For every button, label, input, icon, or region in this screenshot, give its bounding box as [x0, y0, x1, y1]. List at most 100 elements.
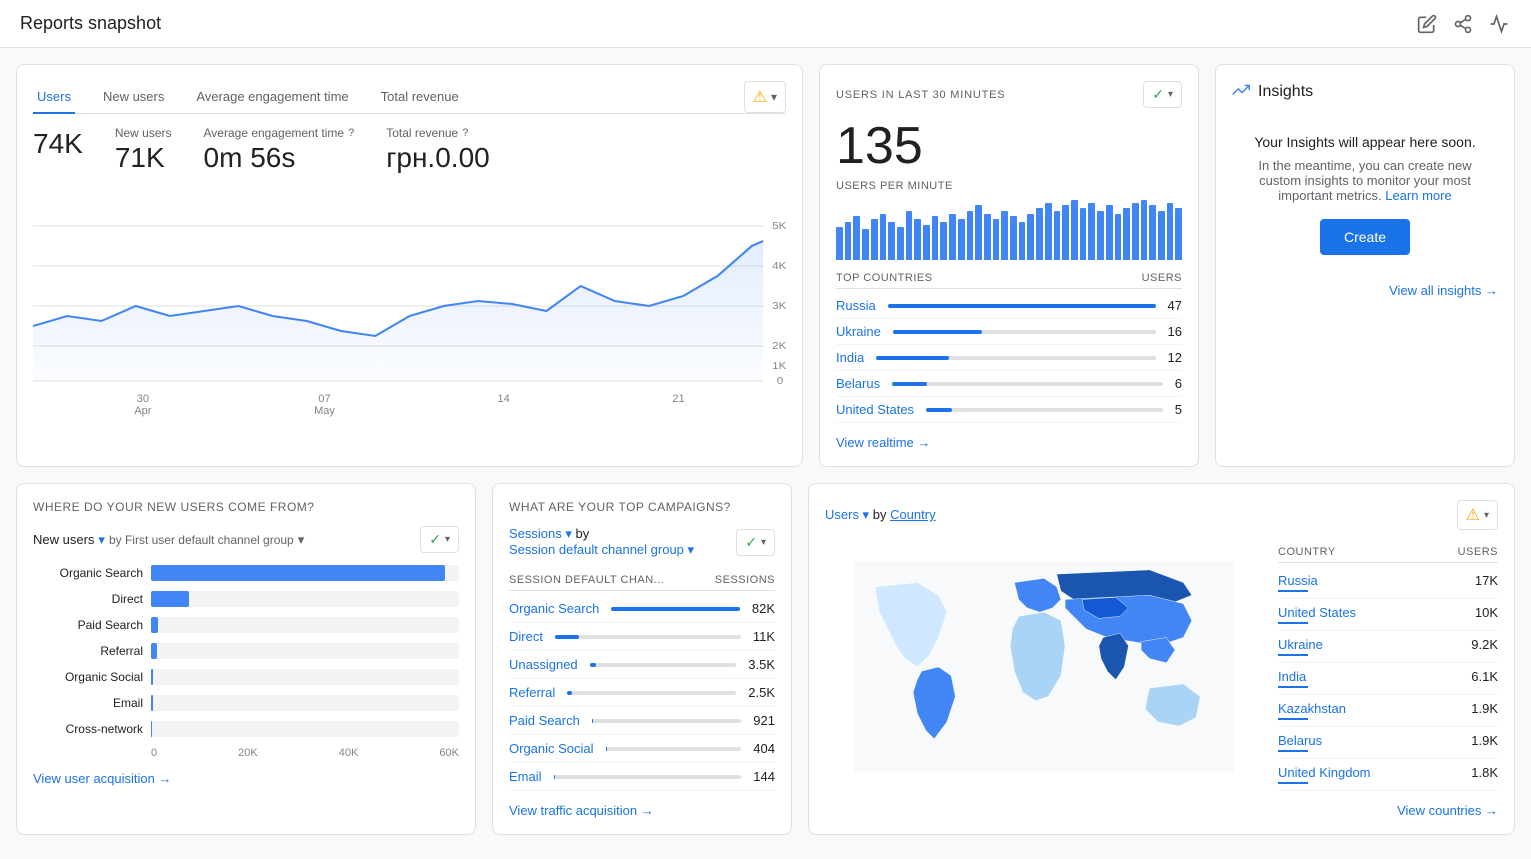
h-bar-label: Referral — [33, 644, 143, 658]
session-count: 404 — [753, 741, 775, 756]
mini-bar — [897, 227, 904, 260]
session-channel[interactable]: Paid Search — [509, 713, 580, 728]
chart-x-labels: 30Apr 07May 14 21 — [33, 393, 786, 417]
geo-divider-bar — [1278, 782, 1308, 784]
session-bar — [592, 719, 593, 723]
country-bar — [926, 408, 952, 412]
h-bar-fill — [151, 695, 153, 711]
country-name[interactable]: Ukraine — [836, 324, 881, 339]
session-channel[interactable]: Organic Search — [509, 601, 599, 616]
h-bar-fill — [151, 669, 153, 685]
help-icon[interactable]: ? — [348, 127, 354, 139]
h-bar-track — [151, 565, 459, 581]
campaigns-status-btn[interactable]: ✓ ▾ — [736, 529, 775, 556]
session-row: Email 144 — [509, 763, 775, 791]
h-bar-track — [151, 695, 459, 711]
dropdown-arrow-icon2: ▾ — [1168, 89, 1173, 100]
h-bar-track — [151, 617, 459, 633]
session-row: Organic Social 404 — [509, 735, 775, 763]
session-count: 144 — [753, 769, 775, 784]
mini-bar — [914, 219, 921, 260]
filter-arrow-icon: ▾ — [298, 532, 305, 548]
country-name[interactable]: Belarus — [836, 376, 880, 391]
edit-icon[interactable] — [1415, 12, 1439, 36]
geo-users: 9.2K — [1471, 637, 1498, 656]
country-users: 6 — [1175, 376, 1182, 391]
create-button[interactable]: Create — [1320, 219, 1410, 255]
acquisition-status-btn[interactable]: ✓ ▾ — [420, 526, 459, 553]
geo-country-wrap: Ukraine — [1278, 637, 1323, 656]
view-user-acquisition-link[interactable]: View user acquisition → — [33, 771, 459, 786]
mini-bar — [1158, 211, 1165, 260]
geo-country[interactable]: India — [1278, 669, 1306, 684]
country-rows: Russia 47 Ukraine 16 India 12 Belarus 6 … — [836, 293, 1182, 423]
sessions-table-header: SESSION DEFAULT CHAN... SESSIONS — [509, 570, 775, 591]
view-all-insights-link[interactable]: View all insights → — [1232, 283, 1498, 298]
acquisition-filter-label[interactable]: New users ▾ by First user default channe… — [33, 532, 304, 548]
mini-bar — [1123, 208, 1130, 260]
geo-divider-bar — [1278, 654, 1308, 656]
geo-country[interactable]: Ukraine — [1278, 637, 1323, 652]
session-channel[interactable]: Unassigned — [509, 657, 578, 672]
geo-row: Russia 17K — [1278, 567, 1498, 599]
country-bar-wrap — [876, 356, 1155, 360]
h-bar-row: Email — [33, 695, 459, 711]
mini-bar — [1062, 205, 1069, 260]
view-realtime-link[interactable]: View realtime → — [836, 435, 1182, 450]
geo-card: Users ▾ by Country ⚠ ▾ — [808, 483, 1515, 835]
geo-table-wrap: COUNTRY USERS Russia 17K United States 1… — [1278, 542, 1498, 791]
learn-more-link[interactable]: Learn more — [1385, 188, 1451, 203]
geo-row: United Kingdom 1.8K — [1278, 759, 1498, 791]
session-channel[interactable]: Direct — [509, 629, 543, 644]
geo-country[interactable]: United Kingdom — [1278, 765, 1371, 780]
check-icon: ✓ — [1152, 86, 1164, 103]
total-revenue-value: грн.0.00 — [386, 142, 490, 174]
h-bar-label: Direct — [33, 592, 143, 606]
h-bar-fill — [151, 617, 158, 633]
share-icon[interactable] — [1451, 12, 1475, 36]
session-count: 2.5K — [748, 685, 775, 700]
tab-total-revenue[interactable]: Total revenue — [377, 81, 463, 114]
mini-bar — [1054, 211, 1061, 260]
session-rows: Organic Search 82K Direct 11K Unassigned… — [509, 595, 775, 791]
h-bar-row: Direct — [33, 591, 459, 607]
tab-avg-engagement[interactable]: Average engagement time — [192, 81, 352, 114]
geo-users: 1.8K — [1471, 765, 1498, 784]
tab-new-users[interactable]: New users — [99, 81, 168, 114]
comparison-button[interactable]: ⚠ ▾ — [744, 81, 786, 113]
country-filter-label: Country — [890, 507, 936, 522]
dropdown-arrow-icon: ▾ — [771, 90, 777, 104]
session-count: 921 — [753, 713, 775, 728]
geo-users-col-label: USERS — [1458, 546, 1498, 558]
view-countries-link[interactable]: View countries → — [825, 803, 1498, 818]
realtime-status-btn[interactable]: ✓ ▾ — [1143, 81, 1182, 108]
session-bar — [606, 747, 607, 751]
insights-body-title: Your Insights will appear here soon. — [1240, 134, 1490, 150]
geo-comparison-btn[interactable]: ⚠ ▾ — [1457, 500, 1498, 530]
insights-body: Your Insights will appear here soon. In … — [1232, 118, 1498, 271]
check-icon3: ✓ — [745, 534, 757, 551]
country-row: Belarus 6 — [836, 371, 1182, 397]
country-name[interactable]: Russia — [836, 298, 876, 313]
geo-country[interactable]: Kazakhstan — [1278, 701, 1346, 716]
session-channel[interactable]: Referral — [509, 685, 555, 700]
geo-country[interactable]: Belarus — [1278, 733, 1322, 748]
session-channel[interactable]: Organic Social — [509, 741, 594, 756]
view-traffic-acquisition-link[interactable]: View traffic acquisition → — [509, 803, 775, 818]
h-bar-row: Referral — [33, 643, 459, 659]
tab-users[interactable]: Users — [33, 81, 75, 114]
mini-bar — [1106, 205, 1113, 260]
mini-bar — [1115, 214, 1122, 260]
help-icon2[interactable]: ? — [462, 127, 468, 139]
h-bar-track — [151, 643, 459, 659]
more-icon[interactable] — [1487, 12, 1511, 36]
country-name[interactable]: India — [836, 350, 864, 365]
geo-country[interactable]: Russia — [1278, 573, 1318, 588]
by-label2: by — [873, 507, 890, 522]
country-name[interactable]: United States — [836, 402, 914, 417]
country-row: Russia 47 — [836, 293, 1182, 319]
insights-body-sub: In the meantime, you can create new cust… — [1258, 158, 1471, 203]
h-bar-track — [151, 669, 459, 685]
session-channel[interactable]: Email — [509, 769, 542, 784]
geo-country[interactable]: United States — [1278, 605, 1356, 620]
